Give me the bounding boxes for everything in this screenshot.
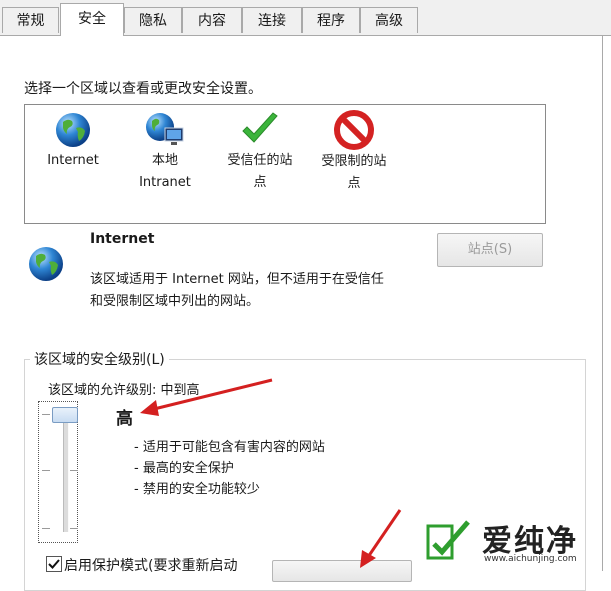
- watermark: 爱纯净 www.aichunjing.com: [420, 516, 608, 570]
- security-slider-thumb[interactable]: [52, 407, 78, 423]
- sites-button[interactable]: 站点(S): [437, 233, 543, 267]
- protected-mode-label: 启用保护模式(要求重新启动: [64, 558, 238, 574]
- slider-tick: [70, 528, 78, 529]
- annotation-arrow-icon: [140, 378, 273, 416]
- restricted-icon: [334, 110, 374, 150]
- globe-icon: [29, 247, 63, 281]
- checkmark-icon: [242, 112, 278, 143]
- zone-local-intranet[interactable]: 本地 Intranet: [128, 108, 202, 194]
- zone-trusted-sites[interactable]: 受信任的站 点: [218, 108, 302, 194]
- watermark-logo-icon: [426, 520, 470, 560]
- zone-description-line1: 该区域适用于 Internet 网站，但不适用于在受信任: [90, 272, 384, 287]
- zone-label: 受信任的站: [227, 153, 293, 168]
- security-level-label: 该区域的安全级别(L): [30, 349, 169, 369]
- watermark-url: www.aichunjing.com: [484, 554, 577, 564]
- tab-advanced[interactable]: 高级: [360, 7, 418, 33]
- level-description-item: - 适用于可能包含有害内容的网站: [134, 440, 325, 455]
- tab-privacy[interactable]: 隐私: [124, 7, 182, 33]
- selected-zone-name: Internet: [90, 231, 155, 247]
- tab-general[interactable]: 常规: [2, 7, 59, 33]
- zone-internet[interactable]: Internet: [36, 108, 110, 172]
- slider-tick: [42, 470, 50, 471]
- zone-restricted-sites[interactable]: 受限制的站 点: [312, 108, 396, 195]
- slider-tick: [70, 470, 78, 471]
- level-description-item: - 最高的安全保护: [134, 461, 234, 476]
- protected-mode-checkbox[interactable]: [46, 556, 62, 572]
- slider-tick: [42, 414, 50, 415]
- zone-label: Internet: [47, 153, 99, 168]
- zone-label: 受限制的站: [321, 154, 387, 169]
- security-slider-track[interactable]: [63, 414, 69, 532]
- tab-strip: 常规 安全 隐私 内容 连接 程序 高级: [0, 0, 611, 36]
- zone-label: Intranet: [139, 175, 191, 190]
- slider-tick: [42, 528, 50, 529]
- intranet-icon: [146, 113, 184, 145]
- tab-content[interactable]: 内容: [182, 7, 242, 33]
- zone-description-line2: 和受限制区域中列出的网站。: [90, 294, 260, 309]
- panel-border: [602, 35, 603, 571]
- zone-label: 点: [253, 175, 267, 190]
- zone-instruction: 选择一个区域以查看或更改安全设置。: [24, 81, 262, 97]
- checkbox-check-icon: [48, 559, 60, 569]
- globe-icon: [56, 113, 90, 147]
- zone-label: 本地: [151, 153, 178, 168]
- tab-security[interactable]: 安全: [60, 3, 124, 36]
- level-description-item: - 禁用的安全功能较少: [134, 482, 260, 497]
- annotation-arrow-icon: [360, 509, 402, 568]
- tab-programs[interactable]: 程序: [302, 7, 360, 33]
- zone-label: 点: [347, 176, 361, 191]
- tab-connections[interactable]: 连接: [242, 7, 302, 33]
